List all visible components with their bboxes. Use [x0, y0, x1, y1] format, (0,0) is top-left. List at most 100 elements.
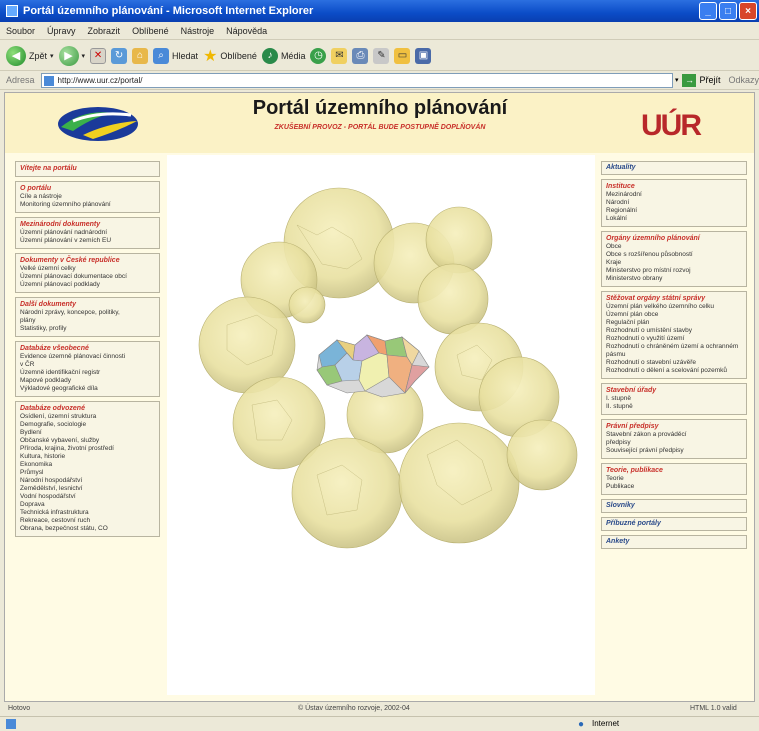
- mail-icon[interactable]: ✉: [331, 47, 348, 64]
- nav-link[interactable]: Ministerstvo obrany: [606, 275, 742, 283]
- nav-link[interactable]: předpisy: [606, 439, 742, 447]
- menu-item-zobrazit[interactable]: Zobrazit: [88, 26, 121, 36]
- menu-item-upravy[interactable]: Úpravy: [47, 26, 76, 36]
- nav-link[interactable]: II. stupně: [606, 403, 742, 411]
- menu-item-oblibene[interactable]: Oblíbené: [132, 26, 169, 36]
- nav-link[interactable]: Výkladové geografické díla: [20, 385, 155, 393]
- close-button[interactable]: ×: [739, 2, 757, 20]
- nav-link[interactable]: v ČR: [20, 361, 155, 369]
- nav-link[interactable]: Průmysl: [20, 469, 155, 477]
- nav-box-title[interactable]: Ankety: [606, 538, 629, 546]
- nav-link[interactable]: Občanské vybavení, služby: [20, 437, 155, 445]
- nav-link[interactable]: Demografie, sociologie: [20, 421, 155, 429]
- menu-item-napoveda[interactable]: Nápověda: [226, 26, 267, 36]
- nav-link[interactable]: Rozhodnutí o dělení a scelování pozemků: [606, 367, 742, 375]
- nav-link[interactable]: Obce s rozšířenou působností: [606, 251, 742, 259]
- nav-box-title[interactable]: Stavební úřady: [606, 387, 656, 394]
- nav-link[interactable]: Územní plán velkého územního celku: [606, 303, 742, 311]
- address-dropdown-icon[interactable]: ▾: [675, 76, 679, 84]
- forward-button[interactable]: ▶ ▾: [58, 45, 85, 66]
- nav-link[interactable]: Obce: [606, 243, 742, 251]
- home-icon[interactable]: ⌂: [132, 47, 149, 64]
- nav-link[interactable]: Rozhodnutí o umístění stavby: [606, 327, 742, 335]
- nav-link[interactable]: Územně identifikační registr: [20, 369, 155, 377]
- nav-box-title[interactable]: O portálu: [20, 185, 51, 192]
- stop-icon[interactable]: ✕: [90, 47, 107, 64]
- nav-box-title[interactable]: Dokumenty v České republice: [20, 257, 120, 264]
- nav-link[interactable]: Doprava: [20, 501, 155, 509]
- nav-link[interactable]: Evidence územně plánovací činnosti: [20, 353, 155, 361]
- nav-link[interactable]: Národní zprávy, koncepce, politiky,: [20, 309, 155, 317]
- menu-item-nastroje[interactable]: Nástroje: [181, 26, 215, 36]
- nav-link[interactable]: Monitoring územního plánování: [20, 201, 155, 209]
- nav-link[interactable]: Bydlení: [20, 429, 155, 437]
- back-button[interactable]: ◀ Zpět ▾: [6, 45, 54, 66]
- nav-box-title[interactable]: Právní předpisy: [606, 423, 659, 430]
- nav-link[interactable]: Osídlení, územní struktura: [20, 413, 155, 421]
- logo-icon[interactable]: [53, 103, 143, 145]
- nav-link[interactable]: Rozhodnutí o chráněném území a ochranném…: [606, 343, 742, 359]
- nav-link[interactable]: Mapové podklady: [20, 377, 155, 385]
- nav-box-title[interactable]: Stěžovat orgány státní správy: [606, 295, 705, 302]
- print-icon[interactable]: ⎙: [352, 47, 369, 64]
- nav-link[interactable]: Statistiky, profily: [20, 325, 155, 333]
- nav-link[interactable]: Národní: [606, 199, 742, 207]
- region-map-graphic[interactable]: [167, 155, 595, 695]
- nav-link[interactable]: Velké územní celky: [20, 265, 155, 273]
- links-label[interactable]: Odkazy: [728, 75, 759, 85]
- edit-icon[interactable]: ✎: [373, 47, 390, 64]
- nav-link[interactable]: Publikace: [606, 483, 742, 491]
- nav-link[interactable]: Územní plánovací podklady: [20, 281, 155, 289]
- nav-link[interactable]: Kultura, historie: [20, 453, 155, 461]
- nav-link[interactable]: Ministerstvo pro místní rozvoj: [606, 267, 742, 275]
- nav-link[interactable]: Územní plánovací dokumentace obcí: [20, 273, 155, 281]
- nav-link[interactable]: Příroda, krajina, životní prostředí: [20, 445, 155, 453]
- nav-link[interactable]: Lokální: [606, 215, 742, 223]
- nav-box-title[interactable]: Další dokumenty: [20, 301, 76, 308]
- nav-link[interactable]: Rozhodnutí o využití území: [606, 335, 742, 343]
- nav-box-title[interactable]: Příbuzné portály: [606, 520, 661, 528]
- nav-link[interactable]: Územní plánování v zemích EU: [20, 237, 155, 245]
- nav-link[interactable]: Územní plán obce: [606, 311, 742, 319]
- nav-box-title[interactable]: Vítejte na portálu: [20, 165, 77, 172]
- nav-box-title[interactable]: Instituce: [606, 183, 635, 190]
- address-input[interactable]: http://www.uur.cz/portal/: [40, 72, 673, 88]
- nav-link[interactable]: Regionální: [606, 207, 742, 215]
- nav-link[interactable]: Mezinárodní: [606, 191, 742, 199]
- brand-logo[interactable]: UÚR: [641, 109, 702, 143]
- messenger-icon[interactable]: ▣: [415, 47, 432, 64]
- nav-box-title[interactable]: Mezinárodní dokumenty: [20, 221, 100, 228]
- nav-link[interactable]: Rekreace, cestovní ruch: [20, 517, 155, 525]
- search-button[interactable]: ⌕ Hledat: [153, 47, 198, 64]
- go-button[interactable]: → Přejít: [682, 73, 720, 87]
- nav-link[interactable]: plány: [20, 317, 155, 325]
- nav-link[interactable]: Národní hospodářství: [20, 477, 155, 485]
- nav-link[interactable]: Obrana, bezpečnost státu, CO: [20, 525, 155, 533]
- nav-box-title[interactable]: Orgány územního plánování: [606, 235, 700, 242]
- minimize-button[interactable]: _: [699, 2, 717, 20]
- favorites-button[interactable]: ★ Oblíbené: [203, 46, 257, 66]
- nav-box-title[interactable]: Aktuality: [606, 164, 636, 172]
- nav-link[interactable]: Ekonomika: [20, 461, 155, 469]
- nav-box-title[interactable]: Databáze všeobecné: [20, 345, 89, 352]
- nav-link[interactable]: Regulační plán: [606, 319, 742, 327]
- history-icon[interactable]: ◷: [310, 47, 327, 64]
- nav-link[interactable]: Technická infrastruktura: [20, 509, 155, 517]
- folder-icon[interactable]: ▭: [394, 47, 411, 64]
- nav-link[interactable]: Územní plánování nadnárodní: [20, 229, 155, 237]
- nav-box-title[interactable]: Teorie, publikace: [606, 467, 663, 474]
- nav-link[interactable]: Cíle a nástroje: [20, 193, 155, 201]
- nav-link[interactable]: Teorie: [606, 475, 742, 483]
- nav-box-title[interactable]: Slovníky: [606, 502, 635, 510]
- nav-box-title[interactable]: Databáze odvozené: [20, 405, 85, 412]
- nav-link[interactable]: Kraje: [606, 259, 742, 267]
- maximize-button[interactable]: □: [719, 2, 737, 20]
- nav-link[interactable]: Rozhodnutí o stavební uzávěře: [606, 359, 742, 367]
- nav-link[interactable]: Vodní hospodářství: [20, 493, 155, 501]
- menu-item-soubor[interactable]: Soubor: [6, 26, 35, 36]
- refresh-icon[interactable]: ↻: [111, 47, 128, 64]
- media-button[interactable]: ♪ Média: [261, 47, 305, 64]
- nav-link[interactable]: Související právní předpisy: [606, 447, 742, 455]
- nav-link[interactable]: Stavební zákon a prováděcí: [606, 431, 742, 439]
- footer-right[interactable]: HTML 1.0 valid: [690, 705, 737, 712]
